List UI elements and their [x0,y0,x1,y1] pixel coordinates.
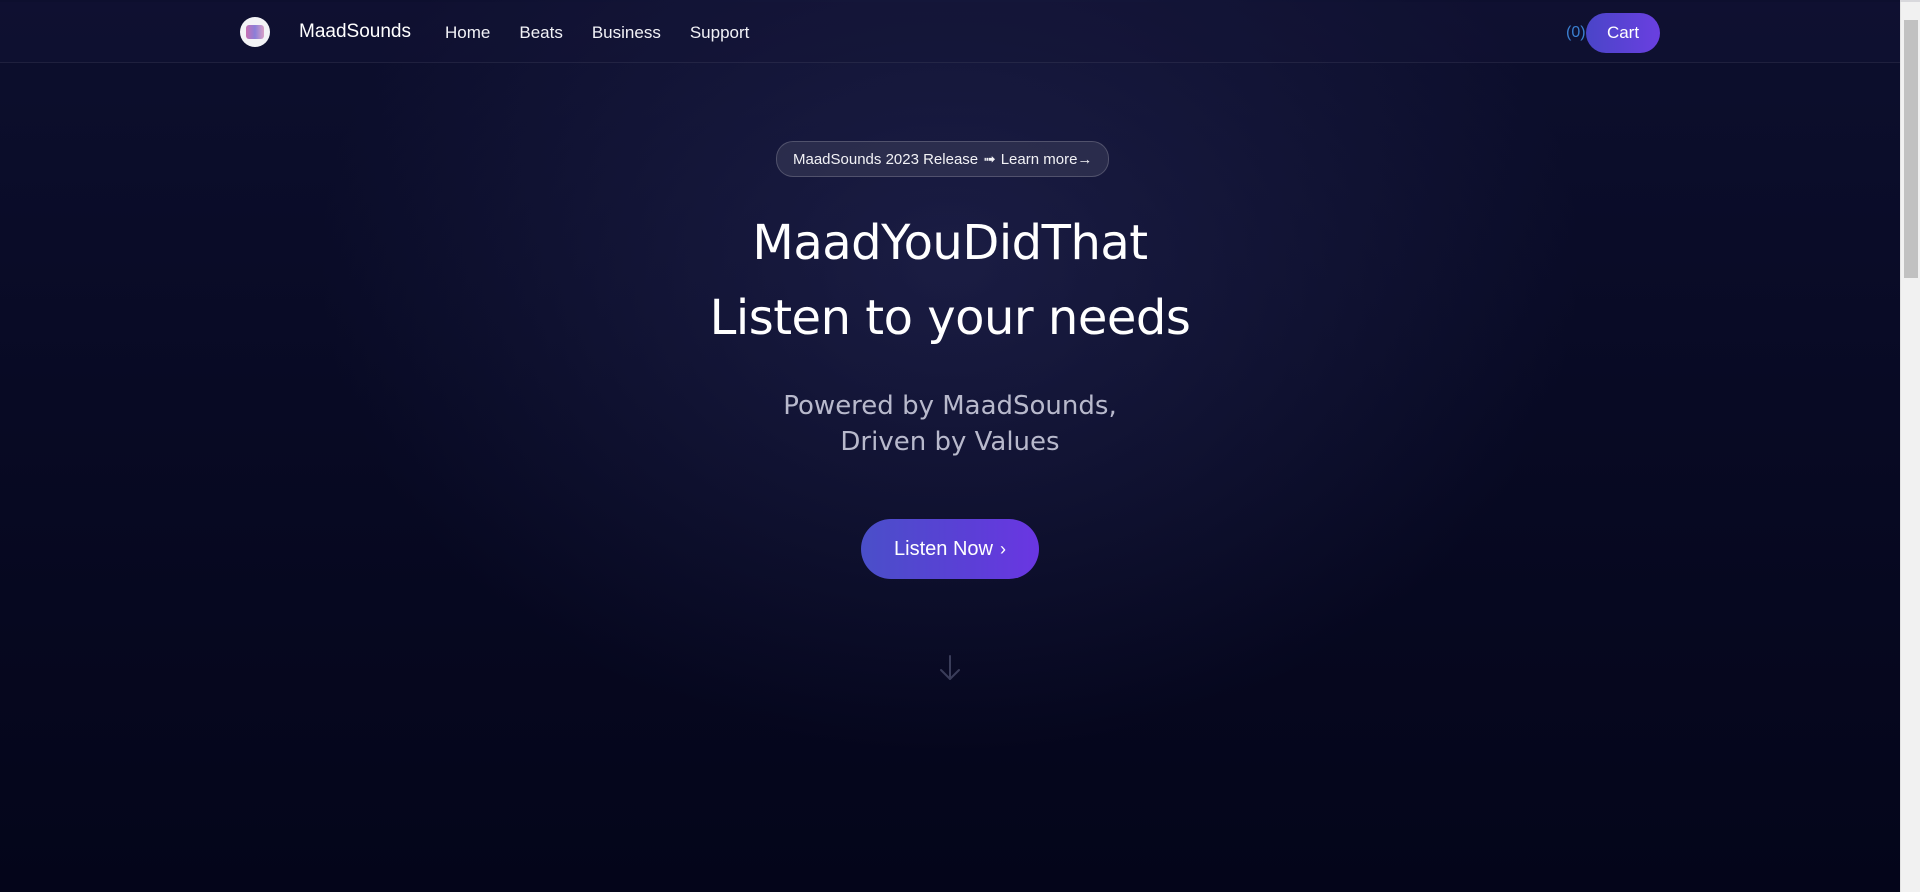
nav-links: Home Beats Business Support [445,23,778,43]
hero-subtitle-line1: Powered by MaadSounds, [783,391,1117,421]
learn-more-link[interactable]: Learn more→ [1001,151,1093,168]
scrollbar-thumb[interactable] [1904,20,1918,278]
page: MaadSounds Home Beats Business Support (… [0,0,1900,892]
cart-count: (0) [1566,24,1586,41]
listen-now-button[interactable]: Listen Now › [861,519,1039,579]
chevron-right-icon: › [999,538,1006,559]
logo-image [246,25,264,39]
navbar: MaadSounds Home Beats Business Support (… [0,2,1900,63]
nav-link-business[interactable]: Business [592,23,661,43]
nav-link-home[interactable]: Home [445,23,490,43]
hero-title: MaadYouDidThat [752,215,1148,271]
nav-link-support[interactable]: Support [690,23,750,43]
brand-logo[interactable] [240,17,270,47]
release-text: MaadSounds 2023 Release [793,150,979,168]
cart-button[interactable]: Cart [1586,13,1660,53]
page-scrollbar[interactable] [1900,2,1920,892]
release-arrow-icon: ➟ [983,151,996,168]
release-announcement-pill[interactable]: MaadSounds 2023 Release ➟ Learn more→ [776,141,1110,177]
arrow-down-icon[interactable] [938,652,962,684]
listen-now-label: Listen Now [894,537,993,560]
hero-tagline: Listen to your needs [709,290,1191,346]
brand-name[interactable]: MaadSounds [299,21,411,43]
hero-subtitle-line2: Driven by Values [840,427,1060,457]
nav-link-beats[interactable]: Beats [519,23,562,43]
